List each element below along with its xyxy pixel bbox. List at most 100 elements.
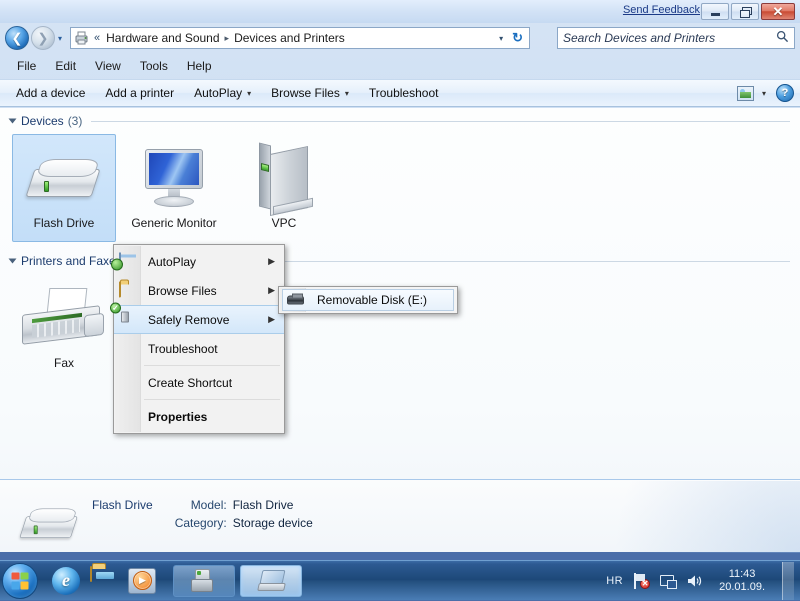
- language-indicator[interactable]: HR: [606, 575, 623, 587]
- restore-icon: [739, 6, 752, 18]
- address-dropdown-icon[interactable]: ▾: [494, 34, 508, 43]
- clock[interactable]: 11:43 20.01.09.: [713, 568, 771, 594]
- context-menu-label-troubleshoot: Troubleshoot: [148, 341, 218, 356]
- flash-drive-icon: [25, 143, 101, 215]
- windows-explorer-icon[interactable]: [90, 565, 118, 595]
- menu-file[interactable]: File: [8, 57, 45, 75]
- system-tray: HR ✕ 11:43 20.01.09.: [606, 561, 800, 601]
- autoplay-button[interactable]: AutoPlay ▾: [184, 82, 261, 104]
- submenu-item-removable-disk[interactable]: Removable Disk (E:): [282, 289, 454, 311]
- chevron-down-icon: ▾: [344, 88, 349, 98]
- group-name-printers: Printers and Faxes: [21, 254, 122, 268]
- command-bar: Add a device Add a printer AutoPlay ▾ Br…: [0, 79, 800, 107]
- minimize-button[interactable]: [701, 3, 729, 20]
- refresh-icon[interactable]: ↻: [508, 30, 527, 46]
- breadcrumb-devices-and-printers[interactable]: Devices and Printers: [230, 30, 349, 46]
- context-menu-label-autoplay: AutoPlay: [148, 254, 197, 269]
- maximize-restore-button[interactable]: [731, 3, 759, 20]
- browse-files-button[interactable]: Browse Files ▾: [261, 82, 359, 104]
- device-label-vpc: VPC: [271, 216, 297, 230]
- menu-help[interactable]: Help: [178, 57, 221, 75]
- add-a-printer-label: Add a printer: [105, 86, 175, 100]
- collapse-triangle-icon[interactable]: [8, 118, 17, 124]
- taskbar-button-devices-and-printers[interactable]: [240, 564, 302, 597]
- details-key-category: Category:: [174, 516, 227, 530]
- group-header-devices[interactable]: Devices (3): [0, 108, 800, 130]
- monitor-icon: [137, 143, 211, 215]
- history-dropdown-icon[interactable]: ▾: [58, 34, 62, 43]
- group-count-devices: (3): [67, 114, 83, 128]
- browse-files-label: Browse Files: [271, 86, 340, 100]
- volume-icon[interactable]: [686, 573, 704, 589]
- menu-view[interactable]: View: [86, 57, 130, 75]
- safely-remove-icon: ✓: [110, 302, 136, 328]
- context-menu-label-create-shortcut: Create Shortcut: [148, 375, 233, 390]
- device-label-flash-drive: Flash Drive: [33, 216, 95, 230]
- device-tile-vpc[interactable]: VPC: [232, 134, 336, 242]
- search-box[interactable]: Search Devices and Printers: [557, 27, 795, 49]
- forward-button[interactable]: ❯: [31, 26, 55, 50]
- breadcrumb-hardware-and-sound[interactable]: Hardware and Sound: [102, 30, 223, 46]
- details-value-model: Flash Drive: [232, 498, 294, 512]
- media-player-icon[interactable]: [128, 567, 156, 595]
- context-menu-item-browse-files[interactable]: Browse Files ▶: [114, 276, 284, 305]
- back-button[interactable]: ❮: [5, 26, 29, 50]
- pc-icon: [253, 142, 315, 217]
- submenu-arrow-icon: ▶: [268, 285, 275, 295]
- context-menu-item-properties[interactable]: Properties: [114, 402, 284, 431]
- alert-badge-icon: ✕: [640, 578, 651, 589]
- details-key-model: Model:: [190, 498, 227, 512]
- menu-edit[interactable]: Edit: [46, 57, 85, 75]
- context-menu-separator: [144, 365, 280, 366]
- search-icon: [776, 30, 789, 46]
- device-printer-icon: [74, 30, 90, 46]
- troubleshoot-button[interactable]: Troubleshoot: [359, 82, 449, 104]
- network-icon[interactable]: [659, 573, 678, 589]
- windows-logo-icon: [11, 572, 29, 589]
- close-button[interactable]: ✕: [761, 3, 795, 20]
- show-desktop-button[interactable]: [782, 561, 794, 600]
- menu-bar: File Edit View Tools Help: [0, 55, 800, 77]
- details-fields: Model: Flash Drive Category: Storage dev…: [175, 498, 313, 530]
- add-a-device-label: Add a device: [16, 86, 86, 100]
- add-a-printer-button[interactable]: Add a printer: [95, 82, 184, 104]
- internet-explorer-icon[interactable]: e: [52, 566, 80, 595]
- autoplay-label: AutoPlay: [194, 86, 243, 100]
- flag-alert-icon[interactable]: ✕: [632, 572, 651, 589]
- details-value-category: Storage device: [232, 516, 313, 530]
- send-feedback-link[interactable]: Send Feedback: [623, 4, 700, 16]
- clock-time: 11:43: [728, 567, 756, 580]
- printer-tile-fax[interactable]: Fax: [12, 274, 116, 382]
- context-menu-item-autoplay[interactable]: AutoPlay ▶: [114, 247, 284, 276]
- device-tile-flash-drive[interactable]: Flash Drive: [12, 134, 116, 242]
- menu-tools[interactable]: Tools: [131, 57, 177, 75]
- context-menu-item-create-shortcut[interactable]: Create Shortcut: [114, 368, 284, 397]
- search-input[interactable]: Search Devices and Printers: [563, 31, 776, 45]
- chevron-down-icon: ▾: [247, 88, 252, 98]
- details-title: Flash Drive: [92, 498, 153, 512]
- devices-and-printers-icon: [256, 569, 286, 592]
- change-view-icon[interactable]: [736, 85, 754, 101]
- add-a-device-button[interactable]: Add a device: [6, 82, 95, 104]
- address-bar[interactable]: « Hardware and Sound ▸ Devices and Print…: [70, 27, 530, 49]
- quick-launch-bar: e: [52, 565, 156, 595]
- device-tile-generic-monitor[interactable]: Generic Monitor: [122, 134, 226, 242]
- start-button[interactable]: [2, 562, 38, 599]
- context-menu-label-properties: Properties: [148, 409, 208, 424]
- breadcrumb-overflow-icon[interactable]: «: [92, 32, 102, 44]
- context-menu-label-browse-files: Browse Files: [148, 283, 217, 298]
- help-button[interactable]: ?: [776, 84, 794, 102]
- change-view-chevron-icon[interactable]: ▾: [762, 89, 766, 98]
- context-menu-item-troubleshoot[interactable]: Troubleshoot: [114, 334, 284, 363]
- safely-remove-submenu: Removable Disk (E:): [278, 286, 458, 314]
- device-label-generic-monitor: Generic Monitor: [131, 216, 217, 230]
- taskbar-button-device-manager[interactable]: [173, 564, 235, 597]
- devices-tile-list: Flash Drive Generic Monitor VPC: [0, 130, 800, 242]
- printer-label-fax: Fax: [53, 356, 74, 370]
- collapse-triangle-icon[interactable]: [8, 258, 17, 264]
- troubleshoot-label: Troubleshoot: [368, 86, 439, 100]
- context-menu-item-safely-remove[interactable]: ✓ Safely Remove ▶: [110, 302, 284, 334]
- details-flash-drive-icon: [14, 498, 80, 550]
- back-arrow-icon: ❮: [11, 30, 23, 46]
- context-menu-label-safely-remove: Safely Remove: [148, 312, 230, 327]
